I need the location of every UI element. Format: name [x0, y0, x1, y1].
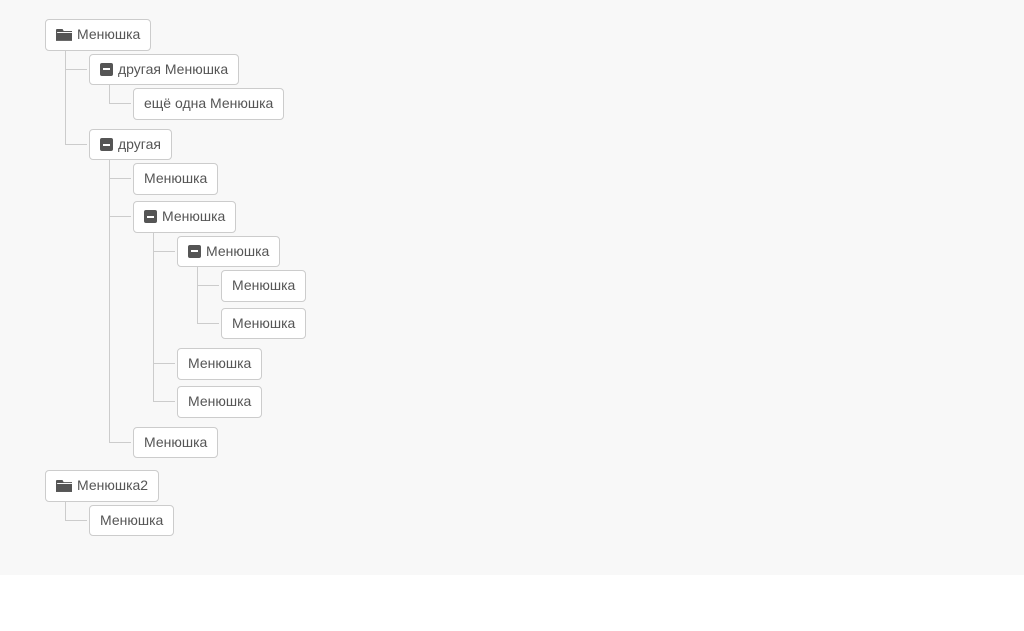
tree-item: Менюшка: [221, 267, 1024, 305]
minus-square-icon: [188, 245, 201, 258]
tree-item: другая Менюшка ещё одна Менюшка: [89, 51, 1024, 126]
tree-node[interactable]: Менюшка: [133, 163, 218, 195]
tree-node-label: Менюшка: [77, 25, 140, 45]
tree-node[interactable]: ещё одна Менюшка: [133, 88, 284, 120]
tree-item: МенюшкаМенюшкаМенюшкаМенюшкаМенюшкаМенюш…: [133, 198, 1024, 424]
tree-node-label: ещё одна Менюшка: [144, 94, 273, 114]
folder-open-icon: [56, 480, 72, 492]
tree-node-label: Менюшка: [162, 207, 225, 227]
tree-node[interactable]: Менюшка: [133, 427, 218, 459]
tree-item: Менюшка: [221, 305, 1024, 343]
tree-node-label: Менюшка: [232, 276, 295, 296]
minus-square-icon: [100, 63, 113, 76]
folder-open-icon: [56, 29, 72, 41]
tree-root: Менюшкадругая Менюшкаещё одна Менюшкадру…: [0, 16, 1024, 542]
tree-node-expandable[interactable]: Менюшка2: [45, 470, 159, 502]
tree-node-label: другая: [118, 135, 161, 155]
tree-node-expandable[interactable]: другая: [89, 129, 172, 161]
tree-item: Менюшка: [89, 502, 1024, 540]
tree-item: Менюшка Менюшка Менюшка: [177, 233, 1024, 346]
tree-item: Менюшка: [133, 160, 1024, 198]
tree-node[interactable]: Менюшка: [221, 308, 306, 340]
tree-node[interactable]: Менюшка: [177, 348, 262, 380]
tree-item: Менюшка: [177, 345, 1024, 383]
tree-node-label: другая Менюшка: [118, 60, 228, 80]
tree-node-label: Менюшка2: [77, 476, 148, 496]
tree-node-expandable[interactable]: другая Менюшка: [89, 54, 239, 86]
tree-item: Менюшка: [133, 424, 1024, 462]
tree-item: Менюшка: [177, 383, 1024, 421]
tree-node-label: Менюшка: [188, 392, 251, 412]
tree-node-label: Менюшка: [100, 511, 163, 531]
tree-node-label: Менюшка: [144, 169, 207, 189]
tree-node-label: Менюшка: [144, 433, 207, 453]
tree-view: Менюшкадругая Менюшкаещё одна Менюшкадру…: [0, 0, 1024, 575]
tree-item: Менюшкадругая Менюшкаещё одна Менюшкадру…: [45, 16, 1024, 467]
minus-square-icon: [100, 138, 113, 151]
tree-node-label: Менюшка: [188, 354, 251, 374]
tree-item: Менюшка2 Менюшка: [45, 467, 1024, 542]
tree-node[interactable]: Менюшка: [177, 386, 262, 418]
tree-node-expandable[interactable]: Менюшка: [45, 19, 151, 51]
tree-item: ещё одна Менюшка: [133, 85, 1024, 123]
tree-node-label: Менюшка: [206, 242, 269, 262]
tree-node-label: Менюшка: [232, 314, 295, 334]
tree-node-expandable[interactable]: Менюшка: [177, 236, 280, 268]
tree-node[interactable]: Менюшка: [89, 505, 174, 537]
tree-item: другаяМенюшкаМенюшкаМенюшкаМенюшкаМенюшк…: [89, 126, 1024, 464]
tree-node[interactable]: Менюшка: [221, 270, 306, 302]
minus-square-icon: [144, 210, 157, 223]
tree-node-expandable[interactable]: Менюшка: [133, 201, 236, 233]
